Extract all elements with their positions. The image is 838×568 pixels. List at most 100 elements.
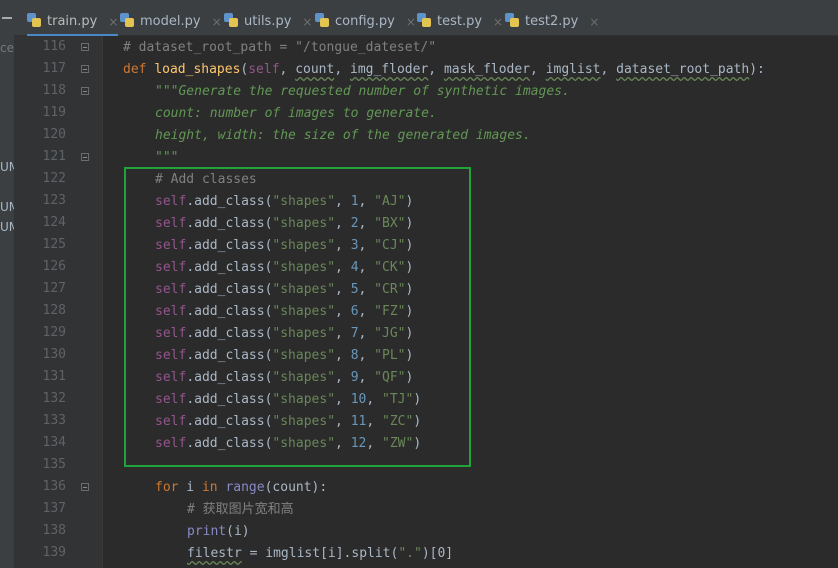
class-id: 12 — [350, 436, 367, 451]
range-args: (count): — [264, 480, 328, 495]
comma: , — [335, 194, 351, 209]
class-name: "TJ" — [382, 392, 414, 407]
minimize-icon[interactable] — [2, 17, 12, 19]
method-call: .add_class( — [186, 436, 273, 451]
python-file-icon — [417, 13, 432, 28]
code-line-117: def load_shapes(self, count, img_floder,… — [123, 59, 765, 81]
class-id: 9 — [350, 370, 359, 385]
comma: , — [366, 392, 382, 407]
string-source: "shapes" — [272, 392, 336, 407]
close-tab-icon[interactable]: × — [108, 15, 118, 29]
close-tab-icon[interactable]: × — [212, 15, 222, 29]
code-line-120: height, width: the size of the generated… — [155, 125, 531, 147]
comma: , — [335, 370, 351, 385]
comma: , — [335, 216, 351, 231]
comma: , — [358, 216, 375, 231]
builtin-range: range — [225, 480, 265, 495]
string-source: "shapes" — [272, 282, 336, 297]
tab-train-py[interactable]: train.py × — [27, 10, 119, 37]
fold-marker-icon[interactable] — [81, 87, 89, 95]
comma: , — [335, 414, 351, 429]
class-name: "JG" — [374, 326, 406, 341]
class-name: "CK" — [374, 260, 406, 275]
class-name: "ZC" — [382, 414, 414, 429]
paren-close: ) — [405, 194, 414, 209]
python-file-icon — [224, 13, 239, 28]
close-tab-icon[interactable]: × — [406, 15, 416, 29]
class-id: 11 — [350, 414, 367, 429]
method-call: .add_class( — [186, 282, 273, 297]
panel-toggle[interactable] — [0, 0, 14, 36]
python-file-icon — [120, 13, 135, 28]
code-line-137: # 获取图片宽和高 — [187, 499, 294, 521]
tab-label: utils.py — [244, 14, 292, 29]
docstring: """ — [155, 150, 179, 165]
paren-close: ) — [405, 260, 414, 275]
string-source: "shapes" — [272, 436, 336, 451]
fold-marker-icon[interactable] — [81, 153, 89, 161]
class-id: 8 — [350, 348, 359, 363]
param-count: count — [295, 62, 335, 77]
param-imglist: imglist — [545, 62, 601, 77]
variable-filestr: filestr — [187, 546, 242, 561]
code-line-133: self.add_class("shapes", 11, "ZC") — [155, 411, 421, 433]
param-dataset-root-path: dataset_root_path — [616, 62, 750, 77]
comma: , — [335, 326, 351, 341]
comma: , — [335, 260, 351, 275]
code-line-123: self.add_class("shapes", 1, "AJ") — [155, 191, 413, 213]
tab-utils-py[interactable]: utils.py × — [224, 10, 312, 36]
fold-marker-icon[interactable] — [81, 43, 89, 51]
code-line-134: self.add_class("shapes", 12, "ZW") — [155, 433, 421, 455]
code-line-126: self.add_class("shapes", 4, "CK") — [155, 257, 413, 279]
code-line-118: """Generate the requested number of synt… — [155, 81, 570, 103]
line-number: 122 — [42, 171, 66, 186]
panel-text-fragment: UM — [0, 200, 14, 214]
code-line-125: self.add_class("shapes", 3, "CJ") — [155, 235, 413, 257]
print-args: (i) — [226, 524, 250, 539]
method-call: .add_class( — [186, 216, 273, 231]
class-id: 4 — [350, 260, 359, 275]
code-editor[interactable]: # dataset_root_path = "/tongue_dateset/"… — [103, 36, 838, 568]
self-keyword: self — [155, 304, 187, 319]
class-id: 1 — [350, 194, 359, 209]
method-call: .add_class( — [186, 348, 273, 363]
tab-test2-py[interactable]: test2.py × — [505, 10, 599, 36]
class-id: 7 — [350, 326, 359, 341]
line-number: 118 — [42, 83, 66, 98]
line-number: 117 — [42, 61, 66, 76]
paren-close: ) — [413, 392, 422, 407]
tab-test-py[interactable]: test.py × — [417, 10, 503, 36]
method-call: .add_class( — [186, 238, 273, 253]
fold-marker-icon[interactable] — [81, 483, 89, 491]
loop-var: i — [178, 480, 202, 495]
line-number: 130 — [42, 347, 66, 362]
code-line-128: self.add_class("shapes", 6, "FZ") — [155, 301, 413, 323]
class-id: 2 — [350, 216, 359, 231]
class-id: 5 — [350, 282, 359, 297]
class-name: "FZ" — [374, 304, 406, 319]
close-tab-icon[interactable]: × — [302, 15, 312, 29]
line-number: 125 — [42, 237, 66, 252]
code-line-116: # dataset_root_path = "/tongue_dateset/" — [123, 37, 436, 59]
code-line-119: count: number of images to generate. — [155, 103, 437, 125]
self-keyword: self — [155, 282, 187, 297]
close-tab-icon[interactable]: × — [589, 15, 599, 29]
comment: # Add classes — [155, 172, 257, 187]
comma: , — [279, 62, 296, 77]
close-tab-icon[interactable]: × — [493, 15, 503, 29]
method-call: .add_class( — [186, 392, 273, 407]
paren-close: ) — [405, 216, 414, 231]
line-number: 121 — [42, 149, 66, 164]
line-number: 123 — [42, 193, 66, 208]
self-keyword: self — [155, 216, 187, 231]
class-name: "BX" — [374, 216, 406, 231]
builtin-print: print — [187, 524, 227, 539]
self-keyword: self — [155, 370, 187, 385]
class-name: "CR" — [374, 282, 406, 297]
fold-marker-icon[interactable] — [81, 65, 89, 73]
tab-config-py[interactable]: config.py × — [315, 10, 416, 36]
tab-model-py[interactable]: model.py × — [120, 10, 222, 36]
comma: , — [428, 62, 444, 77]
paren-close: ) — [405, 304, 414, 319]
code-line-122: # Add classes — [155, 169, 257, 191]
